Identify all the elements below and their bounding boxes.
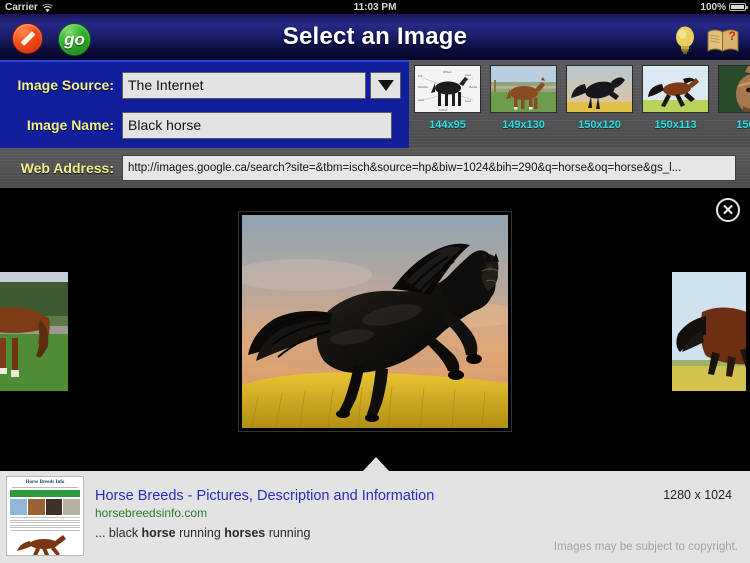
site-preview-title: Horse Breeds Info bbox=[25, 480, 65, 485]
result-title-link[interactable]: Horse Breeds - Pictures, Description and… bbox=[95, 488, 434, 504]
thumbnail-3[interactable]: 150x120 bbox=[566, 65, 633, 131]
result-url[interactable]: horsebreedsinfo.com bbox=[95, 506, 207, 520]
chevron-down-icon bbox=[377, 79, 394, 91]
lightbulb-button[interactable] bbox=[672, 25, 698, 55]
site-preview-navbar bbox=[10, 490, 80, 497]
battery-full-icon bbox=[729, 3, 748, 11]
thumbnail-list: Poll Withers Crest Shoulder Muzzle Hock Knee… bbox=[414, 65, 750, 131]
image-name-input[interactable]: Black horse bbox=[122, 111, 392, 139]
thumbnail-3-image bbox=[566, 65, 633, 113]
svg-text:Knee: Knee bbox=[465, 99, 472, 103]
site-preview-rule bbox=[12, 487, 78, 488]
help-book-button[interactable]: ? bbox=[706, 26, 740, 54]
selected-image[interactable] bbox=[239, 212, 511, 431]
thumbnail-5[interactable]: 150x1 bbox=[718, 65, 750, 131]
next-image-preview[interactable] bbox=[672, 272, 746, 391]
svg-text:Poll: Poll bbox=[418, 74, 423, 78]
site-preview-thumbnail[interactable]: Horse Breeds Info bbox=[6, 476, 84, 556]
snippet-suffix: running bbox=[265, 526, 311, 540]
snippet-prefix: ... black bbox=[95, 526, 142, 540]
copyright-notice: Images may be subject to copyright. bbox=[553, 541, 738, 553]
thumbnail-1-caption: 144x95 bbox=[429, 119, 466, 131]
svg-text:Hock: Hock bbox=[418, 98, 425, 102]
image-source-form: Image Source: The Internet Image Name: B… bbox=[0, 60, 409, 148]
thumbnail-4-caption: 150x113 bbox=[654, 119, 697, 131]
site-preview-gallery bbox=[10, 499, 80, 515]
pencil-icon bbox=[20, 31, 35, 46]
status-right: 100% bbox=[700, 1, 748, 13]
title-bar: Select an Image go ? bbox=[0, 14, 750, 60]
go-button-label: go bbox=[64, 29, 85, 49]
image-source-input[interactable]: The Internet bbox=[122, 71, 366, 99]
site-preview-horse-image bbox=[10, 532, 80, 555]
image-dimensions: 1280 x 1024 bbox=[663, 488, 732, 502]
image-viewer: ✕ bbox=[0, 188, 750, 471]
help-book-icon: ? bbox=[707, 29, 739, 52]
pencil-button[interactable] bbox=[12, 23, 43, 54]
svg-text:?: ? bbox=[729, 29, 736, 43]
snippet-mid: running bbox=[175, 526, 225, 540]
app-root: Carrier 11:03 PM 100% Select an Image go bbox=[0, 0, 750, 563]
selection-pointer-triangle bbox=[363, 457, 389, 471]
image-source-row: Image Source: The Internet bbox=[0, 70, 409, 100]
web-address-bar: Web Address: http://images.google.ca/sea… bbox=[0, 148, 750, 188]
page-title: Select an Image bbox=[282, 23, 468, 50]
result-snippet: ... black horse running horses running bbox=[95, 526, 310, 540]
close-button[interactable]: ✕ bbox=[716, 198, 740, 222]
search-results-thumbnail-strip[interactable]: Poll Withers Crest Shoulder Muzzle Hock Knee… bbox=[409, 60, 750, 148]
image-source-dropdown-button[interactable] bbox=[370, 71, 401, 99]
thumbnail-4-image bbox=[642, 65, 709, 113]
svg-text:Muzzle: Muzzle bbox=[469, 85, 478, 89]
snippet-bold-horse: horse bbox=[141, 526, 176, 540]
thumbnail-4[interactable]: 150x113 bbox=[642, 65, 709, 131]
thumbnail-5-caption: 150x1 bbox=[736, 119, 750, 131]
thumbnail-2-image bbox=[490, 65, 557, 113]
site-preview-text-lines bbox=[10, 517, 80, 531]
svg-text:Fetlock: Fetlock bbox=[439, 108, 448, 112]
svg-text:Crest: Crest bbox=[465, 73, 471, 77]
web-address-label: Web Address: bbox=[20, 160, 114, 176]
web-address-input[interactable]: http://images.google.ca/search?site=&tbm… bbox=[122, 155, 736, 181]
thumbnail-1[interactable]: Poll Withers Crest Shoulder Muzzle Hock Knee… bbox=[414, 65, 481, 131]
snippet-bold-horses: horses bbox=[224, 526, 266, 540]
lightbulb-icon bbox=[676, 26, 694, 54]
svg-text:Shoulder: Shoulder bbox=[418, 85, 429, 89]
thumbnail-1-image: Poll Withers Crest Shoulder Muzzle Hock Knee… bbox=[414, 65, 481, 113]
thumbnail-2[interactable]: 149x130 bbox=[490, 65, 557, 131]
image-name-row: Image Name: Black horse bbox=[0, 110, 409, 140]
thumbnail-2-caption: 149x130 bbox=[502, 119, 545, 131]
previous-image-preview[interactable] bbox=[0, 272, 68, 391]
go-button[interactable]: go bbox=[58, 23, 91, 56]
result-info-panel: Horse Breeds Info Horse Breeds - Picture… bbox=[0, 471, 750, 563]
status-bar: Carrier 11:03 PM 100% bbox=[0, 0, 750, 14]
image-source-label: Image Source: bbox=[17, 77, 114, 93]
thumbnail-3-caption: 150x120 bbox=[578, 119, 621, 131]
status-time: 11:03 PM bbox=[353, 1, 397, 13]
thumbnail-5-image bbox=[718, 65, 750, 113]
image-name-label: Image Name: bbox=[26, 117, 114, 133]
svg-text:Withers: Withers bbox=[443, 70, 452, 74]
battery-percent-label: 100% bbox=[700, 1, 726, 13]
